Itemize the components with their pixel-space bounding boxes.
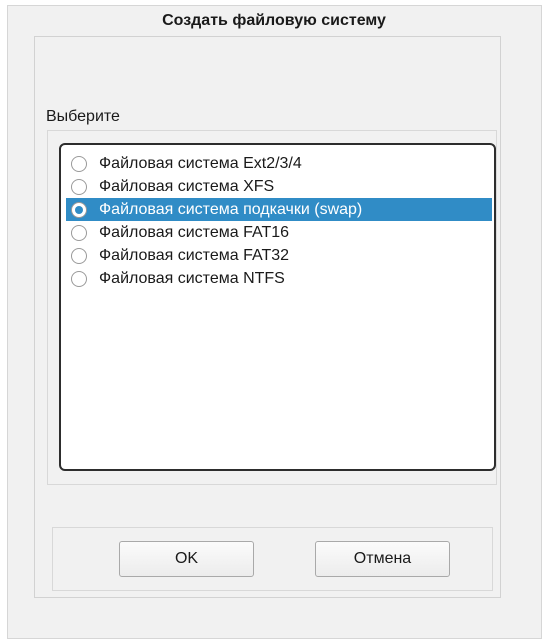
choose-label: Выберите	[46, 108, 120, 125]
option-ext234[interactable]: Файловая система Ext2/3/4	[66, 152, 492, 175]
radio-button-icon[interactable]	[71, 224, 87, 241]
radio-button-icon[interactable]	[71, 270, 87, 287]
option-swap[interactable]: Файловая система подкачки (swap)	[66, 198, 492, 221]
radio-button-icon[interactable]	[71, 247, 87, 264]
radio-button-icon[interactable]	[71, 178, 87, 195]
option-label: Файловая система FAT32	[99, 246, 290, 264]
filesystem-list: Файловая система Ext2/3/4 Файловая систе…	[59, 143, 496, 471]
radio-button-icon[interactable]	[71, 201, 87, 218]
option-label: Файловая система FAT16	[99, 223, 290, 241]
option-xfs[interactable]: Файловая система XFS	[66, 175, 492, 198]
option-fat32[interactable]: Файловая система FAT32	[66, 244, 492, 267]
option-label: Файловая система подкачки (swap)	[99, 200, 363, 218]
ok-button[interactable]: OK	[119, 541, 254, 577]
option-label: Файловая система NTFS	[99, 269, 285, 287]
option-label: Файловая система XFS	[99, 177, 275, 195]
option-label: Файловая система Ext2/3/4	[99, 154, 302, 172]
radio-button-icon[interactable]	[71, 155, 87, 172]
option-fat16[interactable]: Файловая система FAT16	[66, 221, 492, 244]
cancel-button[interactable]: Отмена	[315, 541, 450, 577]
option-ntfs[interactable]: Файловая система NTFS	[66, 267, 492, 290]
dialog-title: Создать файловую систему	[162, 12, 386, 29]
